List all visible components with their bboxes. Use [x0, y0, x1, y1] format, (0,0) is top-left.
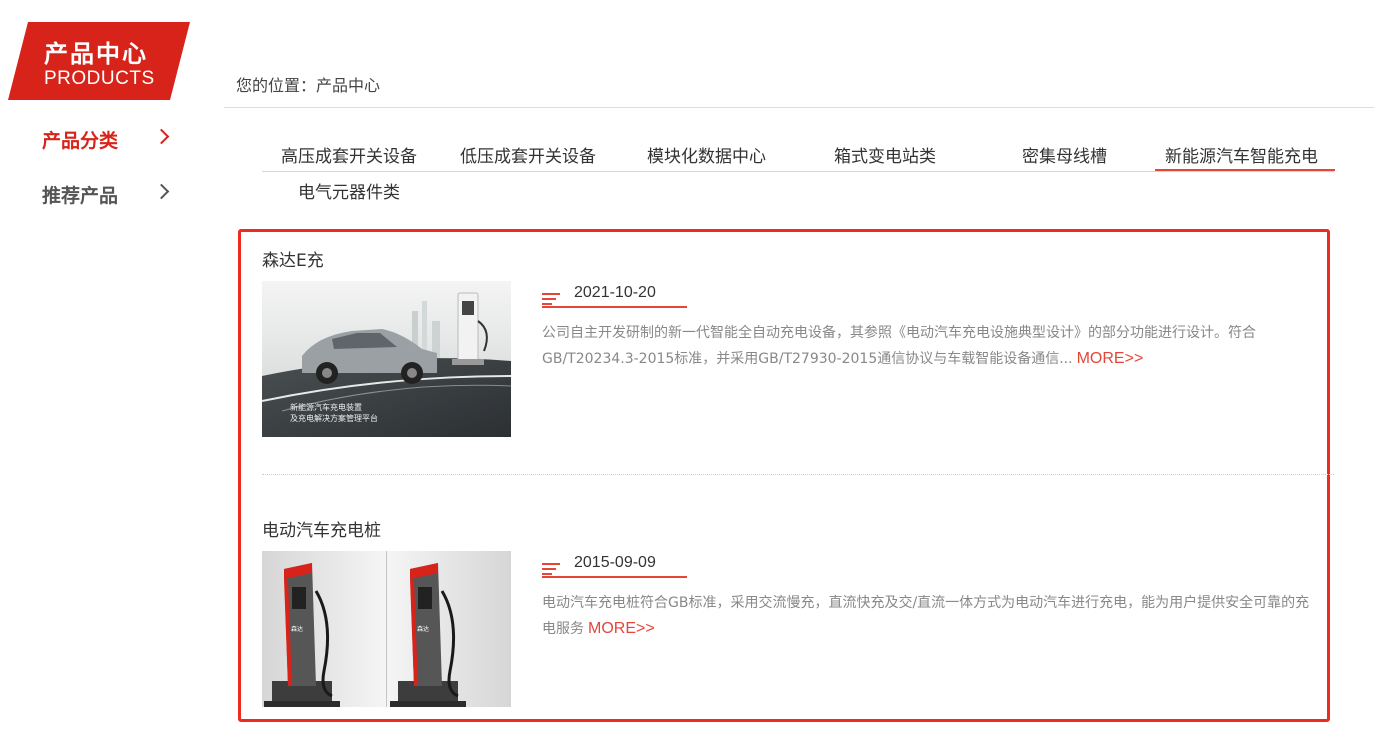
product-description: 电动汽车充电桩符合GB标准，采用交流慢充，直流快充及交/直流一体方式为电动汽车进…: [542, 591, 1322, 642]
product-title[interactable]: 电动汽车充电桩: [262, 516, 381, 541]
product-description: 公司自主开发研制的新一代智能全自动充电设备，其参照《电动汽车充电设施典型设计》的…: [542, 321, 1322, 372]
more-link[interactable]: MORE>>: [588, 620, 655, 637]
sidebar-item-product-category[interactable]: 产品分类: [42, 124, 182, 154]
breadcrumb-divider: [224, 107, 1374, 108]
list-lines-icon: [542, 563, 562, 575]
banner-title-zh: 产品中心: [44, 40, 148, 68]
tab-high-voltage[interactable]: 高压成套开关设备: [281, 142, 417, 167]
product-image[interactable]: 森达 森达: [262, 551, 511, 707]
date-underline: [542, 576, 687, 578]
date-underline: [542, 306, 687, 308]
sidebar-item-recommended[interactable]: 推荐产品: [42, 179, 182, 209]
breadcrumb: 您的位置：产品中心: [236, 76, 381, 95]
tab-box-substation[interactable]: 箱式变电站类: [834, 142, 936, 167]
list-lines-icon: [542, 293, 562, 305]
description-text: 电动汽车充电桩符合GB标准，采用交流慢充，直流快充及交/直流一体方式为电动汽车进…: [542, 595, 1310, 637]
image-caption: 及充电解决方案管理平台: [290, 413, 378, 423]
product-date: 2015-09-09: [542, 554, 687, 578]
brand-label: 森达: [291, 625, 303, 633]
description-text: 公司自主开发研制的新一代智能全自动充电设备，其参照《电动汽车充电设施典型设计》的…: [542, 325, 1256, 367]
tab-low-voltage[interactable]: 低压成套开关设备: [460, 142, 596, 167]
date-text: 2015-09-09: [574, 554, 656, 571]
image-caption: 新能源汽车充电装置: [290, 402, 362, 412]
tab-electrical-components[interactable]: 电气元器件类: [298, 178, 400, 203]
product-image[interactable]: 新能源汽车充电装置 及充电解决方案管理平台: [262, 281, 511, 437]
brand-label: 森达: [417, 625, 429, 633]
product-title[interactable]: 森达E充: [262, 246, 324, 271]
tab-busway[interactable]: 密集母线槽: [1022, 142, 1107, 167]
more-link[interactable]: MORE>>: [1077, 350, 1144, 367]
date-text: 2021-10-20: [574, 284, 656, 301]
tab-modular-datacenter[interactable]: 模块化数据中心: [647, 142, 766, 167]
banner-title-en: PRODUCTS: [44, 68, 155, 89]
tab-active-indicator: [1155, 169, 1335, 171]
chevron-right-icon: [153, 128, 170, 145]
sidebar-item-label: 产品分类: [42, 130, 119, 152]
tabs-divider: [262, 171, 1334, 172]
list-divider: [262, 474, 1334, 475]
product-date: 2021-10-20: [542, 284, 687, 308]
sidebar-item-label: 推荐产品: [42, 185, 119, 207]
tab-ev-charging[interactable]: 新能源汽车智能充电: [1165, 142, 1318, 167]
chevron-right-icon: [153, 183, 170, 200]
products-banner: 产品中心 PRODUCTS: [8, 22, 190, 100]
